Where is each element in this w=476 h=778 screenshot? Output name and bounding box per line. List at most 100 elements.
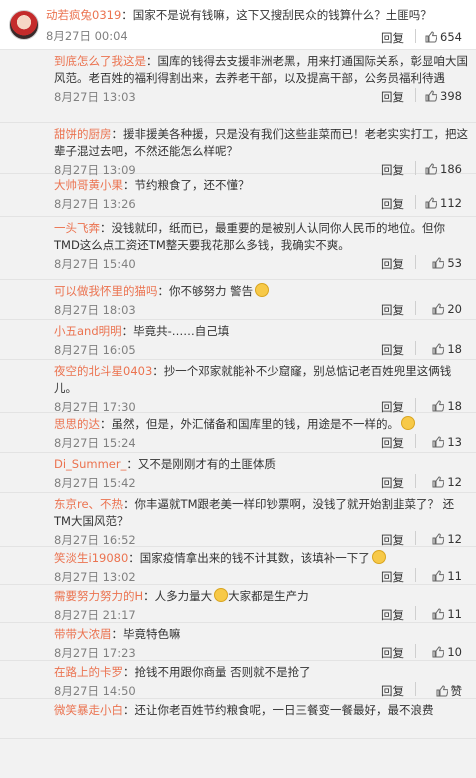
like-button[interactable]: 18: [432, 399, 462, 413]
reply-button[interactable]: 回复: [381, 342, 404, 358]
thumbs-up-icon: [432, 570, 445, 582]
reply-list: 到底怎么了我这是：国库的钱得去支援非洲老黑，用来打通国际关系，彰显咱大国风范。老…: [0, 50, 476, 778]
username-link[interactable]: 需要努力努力的H: [54, 589, 143, 603]
username-link[interactable]: 到底怎么了我这是: [54, 54, 146, 68]
reply-item: 可以做我怀里的猫吗：你不够努力 警告 8月27日 18:03 回复 20: [0, 280, 476, 320]
thumbs-up-icon: [425, 31, 438, 43]
reply-button[interactable]: 回复: [381, 532, 404, 548]
reply-item: 思思的达：虽然，但是，外汇储备和国库里的钱，用途是不一样的。 8月27日 15:2…: [0, 413, 476, 453]
divider: [415, 682, 416, 696]
reply-meta: 8月27日 13:26 回复 112: [54, 194, 468, 214]
reply-button[interactable]: 回复: [381, 302, 404, 318]
comment-text: 动若疯兔0319：国家不是说有钱嘛，这下又搜刮民众的钱算什么？土匪吗？: [46, 7, 468, 23]
username-link[interactable]: 大帅哥黄小果: [54, 178, 123, 192]
thumbs-up-icon: [432, 257, 445, 269]
reply-text: 到底怎么了我这是：国库的钱得去支援非洲老黑，用来打通国际关系，彰显咱大国风范。老…: [54, 50, 468, 87]
reply-text: 需要努力努力的H：人多力量大 大家都是生产力: [54, 585, 468, 605]
like-count: 10: [447, 645, 462, 659]
reply-button[interactable]: 回复: [381, 256, 404, 272]
thumbs-up-icon: [425, 90, 438, 102]
reply-item: 带带大浓眉：毕竟特色嘛 8月27日 17:23 回复 10: [0, 623, 476, 661]
reply-body: ：没钱就印，纸而已，最重要的是被别人认同你人民币的地位。但你TMD这么点工资还T…: [54, 221, 445, 252]
reply-body: ：你不够努力 警告: [157, 284, 254, 298]
reply-text: Di_Summer_：又不是刚刚才有的土匪体质: [54, 453, 468, 473]
divider: [415, 29, 416, 43]
reply-item: 微笑暴走小白：还让你老百姓节约粮食呢，一日三餐变一餐最好，最不浪费: [0, 699, 476, 739]
thumbs-up-icon: [432, 400, 445, 412]
reply-button[interactable]: 回复: [381, 30, 404, 46]
reply-meta: 8月27日 14:50 回复 赞: [54, 681, 468, 701]
like-count: 13: [447, 435, 462, 449]
like-button[interactable]: 12: [432, 475, 462, 489]
username-link[interactable]: 微笑暴走小白: [54, 703, 123, 717]
reply-text: 微笑暴走小白：还让你老百姓节约粮食呢，一日三餐变一餐最好，最不浪费: [54, 699, 468, 719]
like-button[interactable]: 398: [425, 89, 462, 103]
reply-body-continued: 大家都是生产力: [228, 589, 309, 603]
like-button[interactable]: 654: [425, 30, 462, 44]
username-link[interactable]: 小五and明明: [54, 324, 122, 338]
like-button[interactable]: 12: [432, 532, 462, 546]
like-button[interactable]: 18: [432, 342, 462, 356]
emoji-icon: [371, 550, 386, 564]
like-button[interactable]: 10: [432, 645, 462, 659]
timestamp: 8月27日 15:42: [54, 476, 136, 490]
thumbs-up-icon: [432, 476, 445, 488]
username-link[interactable]: 思思的达: [54, 417, 100, 431]
like-button[interactable]: 11: [432, 607, 462, 621]
reply-text: 大帅哥黄小果：节约粮食了，还不懂？: [54, 174, 468, 194]
reply-body: ：还让你老百姓节约粮食呢，一日三餐变一餐最好，最不浪费: [123, 703, 434, 717]
username-link[interactable]: 甜饼的厨房: [54, 127, 112, 141]
username-link[interactable]: 可以做我怀里的猫吗: [54, 284, 158, 298]
reply-text: 在路上的卡罗：抢钱不用跟你商量 否则就不是抢了: [54, 661, 468, 681]
thumbs-up-icon: [425, 197, 438, 209]
comment-meta: 8月27日 00:04 回复 654: [46, 28, 468, 45]
reply-button[interactable]: 回复: [381, 475, 404, 491]
reply-text: 夜空的北斗星0403：抄一个邓家就能补不少窟窿，别总惦记老百姓兜里这俩钱儿。: [54, 360, 468, 397]
username-link[interactable]: Di_Summer_: [54, 457, 126, 471]
like-count: 18: [447, 399, 462, 413]
username-link[interactable]: 东京re、不热: [54, 497, 123, 511]
reply-item: 笑淡生i19080：国家疫情拿出来的钱不计其数，该填补一下了 8月27日 13:0…: [0, 547, 476, 585]
avatar[interactable]: [9, 10, 39, 40]
reply-meta: 8月27日 15:24 回复 13: [54, 433, 468, 453]
divider: [415, 301, 416, 315]
divider: [415, 398, 416, 412]
username-link[interactable]: 带带大浓眉: [54, 627, 112, 641]
username-link[interactable]: 一头飞奔: [54, 221, 100, 235]
reply-button[interactable]: 回复: [381, 607, 404, 623]
username-link[interactable]: 夜空的北斗星0403: [54, 364, 152, 378]
reply-text: 可以做我怀里的猫吗：你不够努力 警告: [54, 280, 468, 300]
divider: [415, 341, 416, 355]
reply-text: 笑淡生i19080：国家疫情拿出来的钱不计其数，该填补一下了: [54, 547, 468, 567]
reply-button[interactable]: 回复: [381, 196, 404, 212]
divider: [415, 644, 416, 658]
divider: [415, 531, 416, 545]
timestamp: 8月27日 16:52: [54, 533, 136, 547]
reply-text: 小五and明明：毕竟共-……自己填: [54, 320, 468, 340]
like-button[interactable]: 20: [432, 302, 462, 316]
reply-item: 大帅哥黄小果：节约粮食了，还不懂？ 8月27日 13:26 回复 112: [0, 174, 476, 217]
thumbs-up-icon: [432, 343, 445, 355]
like-button[interactable]: 11: [432, 569, 462, 583]
reply-button[interactable]: 回复: [381, 683, 404, 699]
like-button[interactable]: 赞: [436, 683, 462, 699]
username-link[interactable]: 笑淡生i19080: [54, 551, 128, 565]
emoji-icon: [255, 283, 270, 297]
reply-button[interactable]: 回复: [381, 89, 404, 105]
username-link[interactable]: 动若疯兔0319: [46, 8, 121, 22]
comment-body: ：国家不是说有钱嘛，这下又搜刮民众的钱算什么？土匪吗？: [121, 8, 432, 22]
like-count: 53: [447, 256, 462, 270]
like-button[interactable]: 112: [425, 196, 462, 210]
reply-meta: 8月27日 16:05 回复 18: [54, 340, 468, 360]
reply-button[interactable]: 回复: [381, 645, 404, 661]
timestamp: 8月27日 13:03: [54, 90, 136, 104]
username-link[interactable]: 在路上的卡罗: [54, 665, 123, 679]
reply-button[interactable]: 回复: [381, 435, 404, 451]
like-button[interactable]: 53: [432, 256, 462, 270]
reply-button[interactable]: 回复: [381, 569, 404, 585]
reply-meta: 8月27日 21:17 回复 11: [54, 605, 468, 625]
divider: [415, 161, 416, 175]
reply-body: ：又不是刚刚才有的土匪体质: [126, 457, 276, 471]
like-button[interactable]: 13: [432, 435, 462, 449]
divider: [415, 88, 416, 102]
